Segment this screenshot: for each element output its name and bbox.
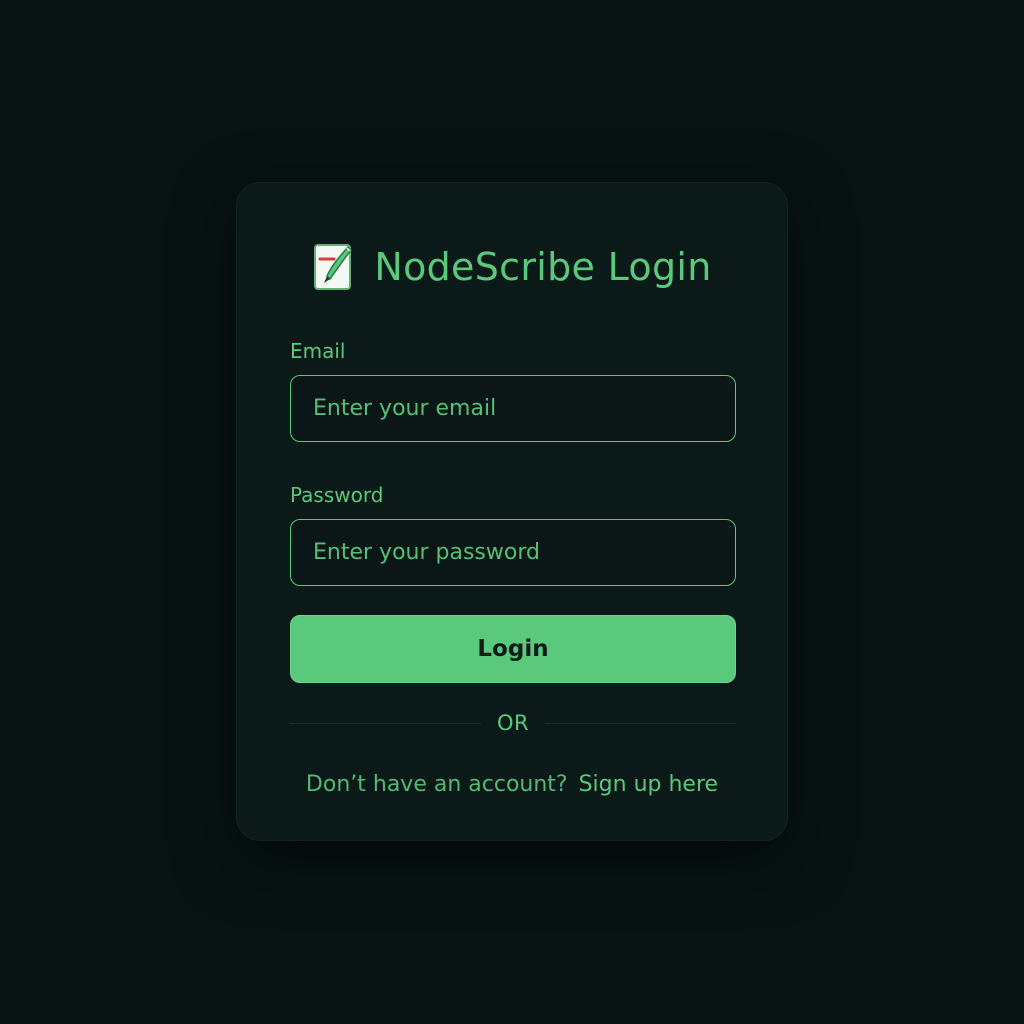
or-divider: OR [290, 711, 736, 735]
divider-line-left [290, 722, 481, 724]
divider-text: OR [496, 711, 530, 735]
password-field[interactable] [290, 519, 736, 586]
password-label: Password [290, 483, 384, 507]
login-button[interactable]: Login [290, 615, 736, 683]
signup-link[interactable]: Sign up here [579, 772, 718, 797]
email-field[interactable] [290, 375, 736, 442]
divider-line-right [545, 722, 736, 724]
email-label: Email [290, 339, 346, 363]
login-card: NodeScribe Login Email Password Login OR… [236, 182, 788, 841]
signup-prompt-row: Don’t have an account? Sign up here [237, 769, 787, 799]
page-title: NodeScribe Login [374, 245, 712, 289]
card-header: NodeScribe Login [237, 241, 787, 293]
signup-prompt-text: Don’t have an account? [305, 771, 568, 797]
pen-and-paper-icon [314, 244, 353, 290]
